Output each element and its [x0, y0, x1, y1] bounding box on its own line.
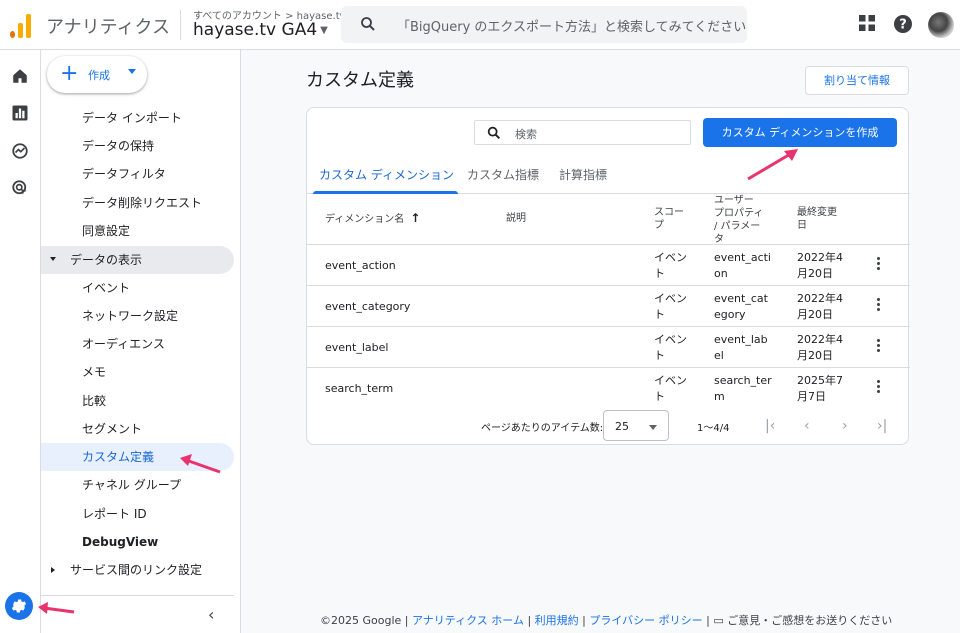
footer-link-home[interactable]: アナリティクス ホーム — [412, 614, 524, 627]
column-header-name[interactable]: ディメンション名 ↑ — [325, 212, 420, 226]
chevron-down-icon: ▼ — [320, 24, 328, 36]
last-page-icon[interactable]: ›| — [877, 418, 887, 434]
sidebar-item-data-filters[interactable]: データフィルタ — [41, 160, 234, 188]
search-placeholder: 「BigQuery のエクスポート方法」と検索してみてください — [397, 20, 747, 35]
arrow-up-icon: ↑ — [410, 211, 421, 225]
sidebar-item-comparisons[interactable]: 比較 — [41, 387, 234, 415]
items-per-page-select[interactable]: 25 — [603, 410, 669, 441]
app-title: アナリティクス — [46, 17, 171, 38]
definition-tabs: カスタム ディメンション カスタム指標 計算指標 — [307, 158, 910, 194]
sidebar-item-data-deletion[interactable]: データ削除リクエスト — [41, 189, 234, 217]
chevron-down-icon — [128, 69, 136, 74]
next-page-icon[interactable]: › — [842, 418, 848, 434]
footer-feedback[interactable]: ご意見・ご感想をお送りください — [727, 614, 892, 627]
sidebar-section-data-display[interactable]: データの表示 — [41, 246, 234, 274]
page-size-value: 25 — [615, 420, 629, 433]
table-row[interactable]: event_label イベント event_label 2022年4月20日 — [307, 327, 910, 368]
table-row[interactable]: search_term イベント search_term 2025年7月7日 — [307, 368, 910, 409]
sidebar-item-notes[interactable]: メモ — [41, 358, 234, 386]
home-icon[interactable] — [11, 67, 29, 85]
sidebar-item-data-retention[interactable]: データの保持 — [41, 132, 234, 160]
column-header-description: 説明 — [506, 213, 526, 224]
advertising-icon[interactable] — [11, 179, 29, 197]
admin-gear-button[interactable] — [5, 592, 33, 620]
items-per-page-label: ページあたりのアイテム数: — [481, 423, 604, 434]
more-vert-icon[interactable] — [877, 339, 881, 354]
first-page-icon[interactable]: |‹ — [765, 418, 775, 434]
sidebar-item-segments[interactable]: セグメント — [41, 415, 234, 443]
sidebar-item-audiences[interactable]: オーディエンス — [41, 330, 234, 358]
footer-copyright: ©2025 Google | — [320, 614, 409, 627]
page-range: 1〜4/4 — [697, 423, 730, 434]
caret-down-icon — [50, 257, 56, 261]
apps-grid-icon[interactable] — [858, 14, 876, 32]
tab-calculated-metrics[interactable]: 計算指標 — [559, 166, 607, 194]
table-row[interactable]: event_action イベント event_action 2022年4月20… — [307, 245, 910, 286]
gear-icon — [11, 599, 27, 613]
sidebar-item-events[interactable]: イベント — [41, 274, 234, 302]
property-name: hayase.tv GA4 — [193, 20, 318, 40]
column-header-user-property: ユーザー プロパティ / パラメータ — [714, 195, 764, 245]
footer: ©2025 Google | アナリティクス ホーム | 利用規約 | プライバ… — [320, 614, 893, 627]
table-search-placeholder: 検索 — [515, 128, 537, 141]
column-header-scope: スコープ — [654, 207, 684, 231]
create-custom-dimension-button[interactable]: カスタム ディメンションを作成 — [703, 118, 897, 147]
table-row[interactable]: event_category イベント event_category 2022年… — [307, 286, 910, 327]
annotation-arrow-icon — [38, 602, 75, 614]
property-selector[interactable]: hayase.tv GA4 ▼ — [193, 20, 328, 40]
tab-custom-dimensions[interactable]: カスタム ディメンション — [313, 166, 458, 194]
more-vert-icon[interactable] — [877, 380, 881, 395]
svg-text:?: ? — [899, 18, 907, 33]
plus-icon: + — [60, 61, 79, 86]
sidebar-section-product-links[interactable]: サービス間のリンク設定 — [41, 556, 234, 584]
sidebar-item-consent[interactable]: 同意設定 — [41, 217, 234, 245]
custom-definitions-card: 検索 カスタム ディメンションを作成 カスタム ディメンション カスタム指標 計… — [306, 107, 910, 445]
left-rail — [0, 50, 41, 633]
more-vert-icon[interactable] — [877, 298, 881, 313]
table-search-input[interactable]: 検索 — [474, 120, 691, 145]
admin-sidebar: + 作成 データ インポート データの保持 データフィルタ データ削除リクエスト… — [41, 50, 241, 633]
feedback-icon[interactable]: ▭ — [713, 614, 723, 627]
sidebar-item-data-import[interactable]: データ インポート — [41, 104, 234, 132]
footer-link-terms[interactable]: 利用規約 — [535, 614, 579, 627]
page-title: カスタム定義 — [306, 70, 414, 91]
collapse-sidebar-icon[interactable]: ‹ — [208, 605, 214, 624]
sidebar-item-network[interactable]: ネットワーク設定 — [41, 302, 234, 330]
top-header: アナリティクス すべてのアカウント > hayase.tv hayase.tv … — [0, 0, 960, 50]
column-header-last-modified: 最終変更日 — [797, 207, 837, 231]
annotation-arrow-icon — [180, 454, 221, 474]
search-icon — [361, 17, 375, 31]
assignment-info-button[interactable]: 割り当て情報 — [805, 66, 909, 95]
sidebar-item-debugview[interactable]: DebugView — [41, 528, 234, 556]
footer-link-privacy[interactable]: プライバシー ポリシー — [589, 614, 702, 627]
help-icon[interactable]: ? — [893, 14, 913, 34]
previous-page-icon[interactable]: ‹ — [804, 418, 810, 434]
search-icon — [487, 126, 500, 139]
chevron-down-icon — [649, 425, 657, 430]
annotation-arrow-icon — [747, 149, 798, 181]
header-divider — [180, 10, 181, 40]
caret-right-icon — [51, 567, 55, 573]
create-button[interactable]: + 作成 — [47, 56, 147, 93]
analytics-logo-icon[interactable] — [10, 12, 32, 38]
sidebar-item-reporting-id[interactable]: レポート ID — [41, 500, 234, 528]
avatar[interactable] — [928, 12, 954, 38]
explore-icon[interactable] — [11, 142, 29, 160]
create-label: 作成 — [88, 69, 110, 82]
global-search[interactable]: 「BigQuery のエクスポート方法」と検索してみてください — [341, 6, 747, 43]
tab-custom-metrics[interactable]: カスタム指標 — [467, 166, 539, 194]
reports-icon[interactable] — [11, 104, 29, 122]
sidebar-divider — [41, 595, 234, 596]
more-vert-icon[interactable] — [877, 257, 881, 272]
